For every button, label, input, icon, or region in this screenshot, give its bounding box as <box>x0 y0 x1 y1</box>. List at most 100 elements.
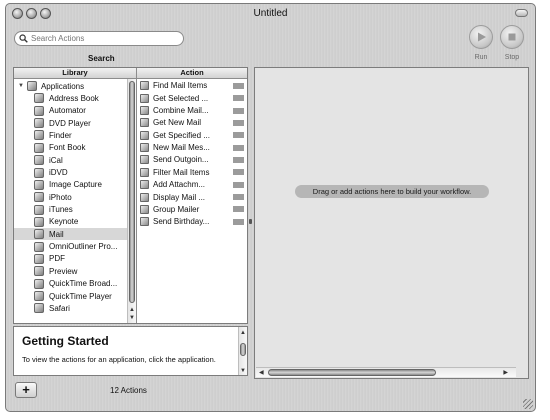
application-icon <box>34 93 44 104</box>
action-type-badge <box>233 82 244 89</box>
action-type-badge <box>233 181 244 188</box>
description-text: To view the actions for an application, … <box>22 355 216 364</box>
description-panel: Getting Started To view the actions for … <box>13 326 248 376</box>
library-item[interactable]: Automator <box>14 105 127 117</box>
library-root-applications[interactable]: ▼ Applications <box>14 80 127 92</box>
play-icon <box>478 32 486 42</box>
action-item-label: Get Selected ... <box>153 93 209 103</box>
splitter-handle[interactable] <box>249 219 252 224</box>
action-item[interactable]: Add Attachm... <box>137 179 247 191</box>
window-title: Untitled <box>253 8 288 19</box>
action-item[interactable]: Get Selected ... <box>137 92 247 104</box>
stop-button[interactable] <box>500 25 524 49</box>
scroll-right-arrow-icon[interactable]: ▶ <box>503 370 508 376</box>
action-item[interactable]: Get Specified ... <box>137 129 247 141</box>
action-item[interactable]: Display Mail ... <box>137 191 247 203</box>
library-scroll-thumb[interactable] <box>129 81 135 303</box>
library-item[interactable]: Mail <box>14 228 127 241</box>
workflow-horizontal-scrollbar[interactable]: ◀ ▶ <box>256 367 516 377</box>
library-item-label: QuickTime Broad... <box>49 279 118 289</box>
library-browser: Library Action ▼ Applications Address Bo… <box>13 67 248 324</box>
library-item[interactable]: QuickTime Broad... <box>14 278 127 290</box>
resize-grip-icon[interactable] <box>523 399 533 409</box>
application-icon <box>34 118 44 129</box>
action-item[interactable]: Get New Mail <box>137 117 247 129</box>
mail-action-icon <box>140 167 149 177</box>
workflow-placeholder: Drag or add actions here to build your w… <box>295 185 489 198</box>
application-icon <box>34 216 44 227</box>
library-item-label: QuickTime Player <box>49 291 112 301</box>
library-item[interactable]: Keynote <box>14 216 127 228</box>
action-item[interactable]: Find Mail Items <box>137 80 247 92</box>
action-item-label: Find Mail Items <box>153 81 208 91</box>
action-item[interactable]: Filter Mail Items <box>137 166 247 178</box>
library-item[interactable]: DVD Player <box>14 117 127 129</box>
add-button[interactable]: + <box>15 382 37 398</box>
action-type-badge <box>233 95 244 102</box>
action-item-label: Send Birthday... <box>153 217 210 227</box>
library-item[interactable]: QuickTime Player <box>14 290 127 302</box>
application-icon <box>34 142 44 153</box>
application-icon <box>34 278 44 289</box>
description-scrollbar[interactable]: ▲ ▼ <box>238 327 247 375</box>
description-scroll-thumb[interactable] <box>240 343 246 356</box>
library-item-label: DVD Player <box>49 118 91 128</box>
library-item[interactable]: Address Book <box>14 92 127 104</box>
mail-action-icon <box>140 118 149 128</box>
action-item-label: Combine Mail... <box>153 106 209 116</box>
library-scrollbar[interactable]: ▲ ▼ <box>127 79 136 323</box>
workflow-scroll-thumb[interactable] <box>268 369 436 376</box>
scroll-down-arrow-icon[interactable]: ▼ <box>129 315 135 321</box>
action-type-badge <box>233 107 244 114</box>
mail-action-icon <box>140 143 149 153</box>
description-scroll-up-icon[interactable]: ▲ <box>240 330 246 336</box>
library-item[interactable]: Font Book <box>14 142 127 154</box>
stop-label: Stop <box>504 54 520 61</box>
action-item[interactable]: Combine Mail... <box>137 105 247 117</box>
library-item[interactable]: Finder <box>14 129 127 141</box>
library-item[interactable]: iPhoto <box>14 191 127 203</box>
library-item[interactable]: iTunes <box>14 203 127 215</box>
mail-action-icon <box>140 93 149 103</box>
action-item[interactable]: Send Birthday... <box>137 216 247 228</box>
application-icon <box>34 105 44 116</box>
action-item-label: New Mail Mes... <box>153 143 210 153</box>
library-item-label: Mail <box>49 229 64 239</box>
action-item[interactable]: Group Mailer <box>137 204 247 216</box>
library-item[interactable]: Preview <box>14 265 127 277</box>
run-label: Run <box>474 54 488 61</box>
action-type-badge <box>233 206 244 213</box>
library-item[interactable]: iDVD <box>14 166 127 178</box>
scroll-left-arrow-icon[interactable]: ◀ <box>259 370 264 376</box>
mail-action-icon <box>140 155 149 165</box>
library-item-label: Image Capture <box>49 180 102 190</box>
action-item[interactable]: New Mail Mes... <box>137 142 247 154</box>
action-item[interactable]: Send Outgoin... <box>137 154 247 166</box>
action-column-header: Action <box>136 68 247 79</box>
mail-action-icon <box>140 204 149 214</box>
automator-window: Untitled Search Run Stop Library Action … <box>5 3 536 412</box>
description-scroll-down-icon[interactable]: ▼ <box>240 368 246 374</box>
library-item[interactable]: PDF <box>14 253 127 265</box>
library-item[interactable]: OmniOutliner Pro... <box>14 241 127 253</box>
library-item[interactable]: Safari <box>14 302 127 314</box>
run-button[interactable] <box>469 25 493 49</box>
toolbar-toggle-button[interactable] <box>515 9 528 17</box>
library-item[interactable]: Image Capture <box>14 179 127 191</box>
library-item[interactable]: iCal <box>14 154 127 166</box>
action-type-badge <box>233 169 244 176</box>
action-item-label: Send Outgoin... <box>153 155 209 165</box>
action-item-label: Filter Mail Items <box>153 167 210 177</box>
workflow-area[interactable]: Drag or add actions here to build your w… <box>254 67 529 379</box>
disclosure-triangle-icon[interactable]: ▼ <box>18 83 24 89</box>
library-item-label: Finder <box>49 130 72 140</box>
application-icon <box>34 291 44 302</box>
search-field[interactable] <box>14 31 184 46</box>
search-input[interactable] <box>31 34 176 43</box>
library-item-label: iDVD <box>49 168 68 178</box>
application-icon <box>34 167 44 178</box>
scroll-up-arrow-icon[interactable]: ▲ <box>129 307 135 313</box>
library-item-label: iTunes <box>49 205 73 215</box>
search-icon <box>19 34 28 43</box>
action-item-label: Get Specified ... <box>153 130 210 140</box>
